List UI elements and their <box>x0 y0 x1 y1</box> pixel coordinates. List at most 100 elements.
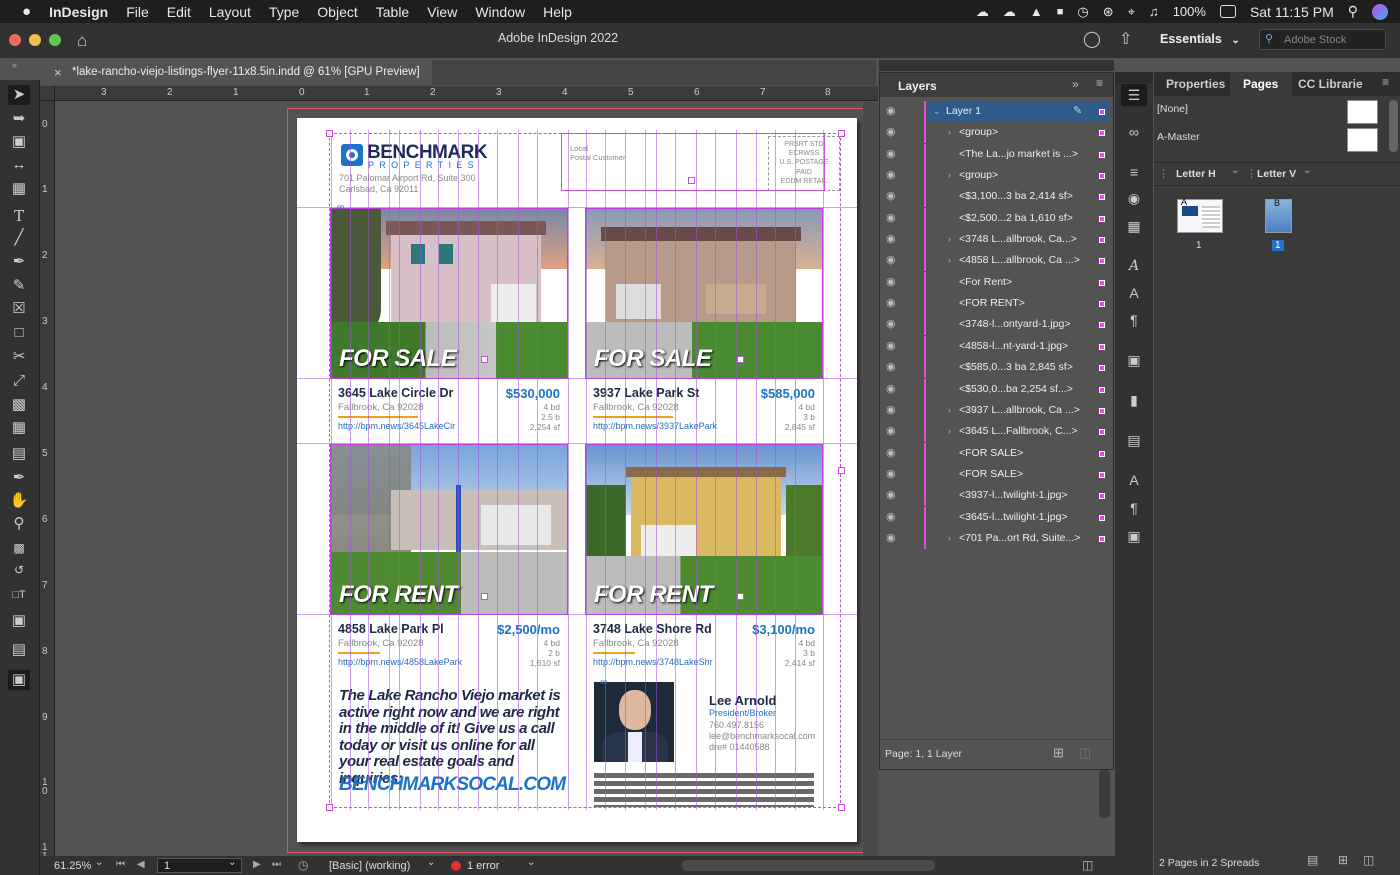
zoom-level[interactable]: 61.25% <box>54 860 91 872</box>
chevron-down-icon[interactable]: ⌄ <box>427 857 435 868</box>
chevron-down-icon[interactable]: ⌄ <box>933 101 941 122</box>
menu-table[interactable]: Table <box>367 4 418 20</box>
chevron-right-icon[interactable]: › <box>948 229 951 250</box>
panel-menu-icon[interactable]: ≡ <box>1096 76 1103 90</box>
chevron-right-icon[interactable]: › <box>948 421 951 442</box>
glyphs-icon[interactable]: A <box>1125 472 1143 488</box>
eye-icon[interactable]: ◉ <box>886 464 896 485</box>
tab-cc-libraries[interactable]: CC Librarie <box>1298 77 1363 91</box>
eye-icon[interactable]: ◉ <box>886 443 896 464</box>
layers-icon[interactable]: ☰ <box>1121 84 1147 106</box>
object-styles-icon[interactable]: ▣ <box>1125 528 1143 544</box>
chevron-right-icon[interactable]: › <box>948 165 951 186</box>
prev-page-icon[interactable]: ◀ <box>137 859 145 870</box>
lock-icon[interactable]: ■ <box>1057 6 1064 18</box>
page-tool-icon[interactable]: ▣ <box>8 132 30 152</box>
rectangle-tool-icon[interactable]: □ <box>8 323 30 343</box>
gradient-swatch-tool-icon[interactable]: ▩ <box>8 395 30 415</box>
text-wrap-icon[interactable]: ▤ <box>1125 432 1143 448</box>
layer-row[interactable]: ◉ <4858-l...nt-yard-1.jpg> <box>880 335 1113 357</box>
screen-mode-icon[interactable]: ▤ <box>8 640 30 660</box>
swatch-grid-icon[interactable]: ▦ <box>1125 218 1143 234</box>
eye-icon[interactable]: ◉ <box>886 272 896 293</box>
menu-window[interactable]: Window <box>466 4 534 20</box>
pages-scrollbar[interactable] <box>1389 100 1398 152</box>
scissors-tool-icon[interactable]: ✂ <box>8 347 30 367</box>
layer-row[interactable]: ◉ › <4858 L...allbrook, Ca ...> <box>880 250 1113 272</box>
layer-row[interactable]: ◉ <$585,0...3 ba 2,845 sf> <box>880 357 1113 379</box>
frame-handle[interactable] <box>737 356 744 363</box>
type-tool-icon[interactable]: T <box>8 206 30 226</box>
paragraph-icon[interactable]: ¶ <box>1125 312 1143 328</box>
gradient-feather-tool-icon[interactable]: ▦ <box>8 418 30 438</box>
eye-icon[interactable]: ◉ <box>886 165 896 186</box>
hand-tool-icon[interactable]: ✋ <box>8 491 30 511</box>
swatches-icon[interactable]: ◉ <box>1125 190 1143 206</box>
apple-menu-icon[interactable]: ● <box>0 3 40 20</box>
preview-mode-icon[interactable]: ▣ <box>8 670 30 690</box>
direct-selection-tool-icon[interactable]: ➥ <box>8 109 30 129</box>
character-styles-icon[interactable]: A <box>1125 258 1143 274</box>
bluetooth-icon[interactable]: ⊛ <box>1103 4 1114 20</box>
layer-row[interactable]: ◉ <3937-l...twilight-1.jpg> <box>880 485 1113 507</box>
layer-row[interactable]: ◉ <For Rent> <box>880 271 1113 293</box>
layer-row[interactable]: ◉ › <group> <box>880 165 1113 186</box>
eyedropper-tool-icon[interactable]: ✒ <box>8 468 30 488</box>
layer-row[interactable]: ◉ <$2,500...2 ba 1,610 sf> <box>880 207 1113 229</box>
first-page-icon[interactable]: ⏮ <box>116 859 125 870</box>
share-icon[interactable]: ⇧ <box>1119 29 1132 49</box>
siri-icon[interactable] <box>1372 3 1388 20</box>
master-a-thumb[interactable] <box>1347 128 1378 152</box>
panel-collapse-bar[interactable] <box>879 60 1114 71</box>
frame-handle[interactable] <box>481 593 488 600</box>
collapse-panel-icon[interactable]: » <box>1072 77 1079 91</box>
layer-row[interactable]: ◉ › <701 Pa...ort Rd, Suite...> <box>880 527 1113 549</box>
menu-layout[interactable]: Layout <box>200 4 260 20</box>
menu-help[interactable]: Help <box>534 4 581 20</box>
layer-row[interactable]: ◉ › <3748 L...allbrook, Ca...> <box>880 229 1113 251</box>
vertical-ruler[interactable]: 0 1 2 3 4 5 6 7 8 9 1 0 1 1 <box>40 101 55 862</box>
menu-object[interactable]: Object <box>308 4 366 20</box>
layer-row[interactable]: ◉ <3645-l...twilight-1.jpg> <box>880 506 1113 528</box>
line-tool-icon[interactable]: ╱ <box>8 228 30 248</box>
chevron-right-icon[interactable]: › <box>948 400 951 421</box>
pen-tool-icon[interactable]: ✒ <box>8 252 30 272</box>
eye-icon[interactable]: ◉ <box>886 485 896 506</box>
cloud-icon[interactable]: ☁ <box>1003 4 1016 20</box>
eye-icon[interactable]: ◉ <box>886 314 896 335</box>
frame-handle[interactable] <box>838 130 845 137</box>
size-letter-v[interactable]: Letter V <box>1257 168 1296 180</box>
selection-tool-icon[interactable]: ➤ <box>8 85 30 105</box>
page-thumb-1[interactable]: A <box>1177 197 1223 233</box>
layer-row[interactable]: ◉ <$3,100...3 ba 2,414 sf> <box>880 186 1113 208</box>
eye-icon[interactable]: ◉ <box>886 208 896 229</box>
menu-view[interactable]: View <box>418 4 466 20</box>
fill-stroke-icon[interactable]: ▩ <box>8 538 30 558</box>
frame-handle[interactable] <box>481 356 488 363</box>
adobe-stock-search[interactable]: ⚲ Adobe Stock <box>1259 29 1386 50</box>
apply-color-icon[interactable]: ▣ <box>8 611 30 631</box>
eye-icon[interactable]: ◉ <box>886 507 896 528</box>
panel-menu-icon[interactable]: ≡ <box>1382 75 1389 89</box>
eye-icon[interactable]: ◉ <box>886 122 896 143</box>
layer-row[interactable]: ◉ <$530,0...ba 2,254 sf...> <box>880 378 1113 400</box>
clock[interactable]: Sat 11:15 PM <box>1250 4 1334 20</box>
layer-row[interactable]: ◉ <FOR SALE> <box>880 442 1113 464</box>
pencil-tool-icon[interactable]: ✎ <box>8 276 30 296</box>
frame-handle[interactable] <box>688 177 695 184</box>
menu-file[interactable]: File <box>117 4 158 20</box>
chevron-down-icon[interactable]: ⌄ <box>95 857 103 868</box>
eye-icon[interactable]: ◉ <box>886 229 896 250</box>
new-page-icon[interactable]: ⊞ <box>1338 853 1348 867</box>
content-collector-icon[interactable]: ▦ <box>8 179 30 199</box>
align-icon[interactable]: ▮ <box>1125 392 1143 408</box>
ruler-origin[interactable] <box>40 86 55 101</box>
wifi-icon[interactable]: ⌖ <box>1128 4 1135 20</box>
vertical-scrollbar[interactable] <box>863 102 878 856</box>
lightbulb-icon[interactable]: ◯ <box>1083 29 1101 49</box>
character-icon[interactable]: A <box>1125 285 1143 301</box>
battery-icon[interactable] <box>1219 5 1236 18</box>
eye-icon[interactable]: ◉ <box>886 379 896 400</box>
document-tab[interactable]: × *lake-rancho-viejo-listings-flyer-11x8… <box>42 60 432 85</box>
last-page-icon[interactable]: ⏭ <box>272 859 281 870</box>
